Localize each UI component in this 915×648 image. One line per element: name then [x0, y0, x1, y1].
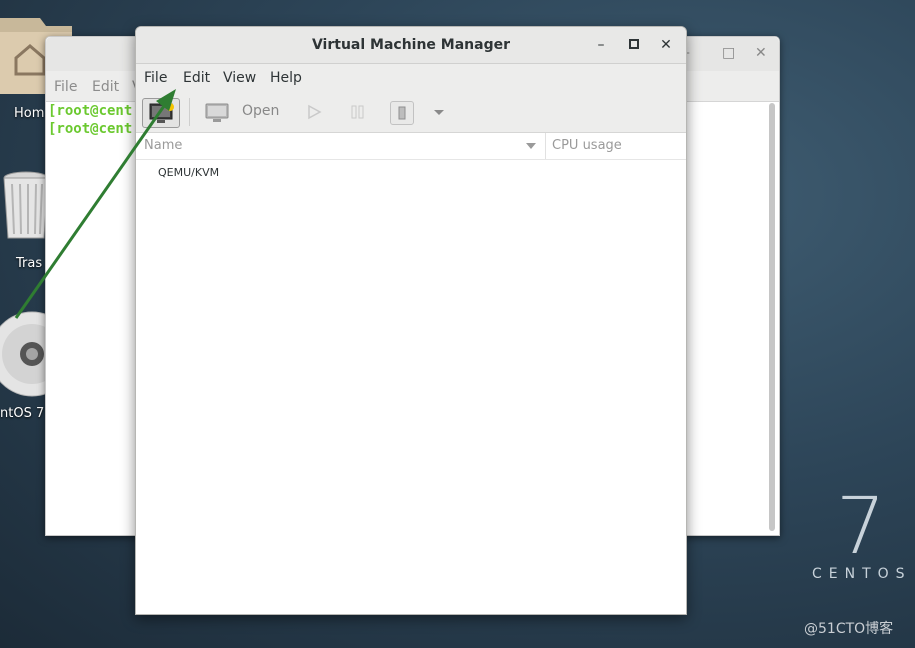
centos-wordmark: CENTOS	[812, 566, 912, 582]
desktop: { "desktop": { "icons": [ {"name": "fold…	[0, 0, 915, 648]
watermark-credit: @51CTO博客	[804, 621, 894, 637]
centos-version-number: 7	[836, 482, 886, 572]
annotation-arrow	[14, 89, 176, 319]
